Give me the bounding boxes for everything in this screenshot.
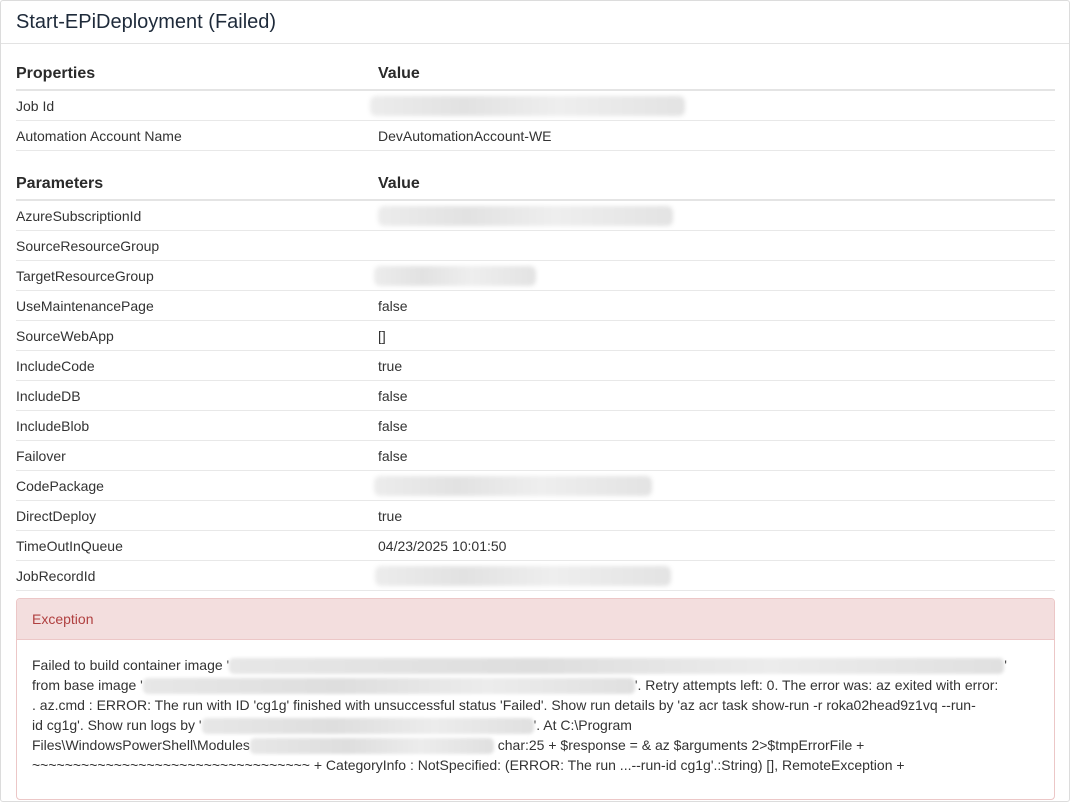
redacted-text <box>201 718 534 735</box>
table-row: SourceWebApp [] <box>16 321 1055 351</box>
parameter-name: SourceWebApp <box>16 327 114 344</box>
redacted-value <box>375 565 671 586</box>
exception-text: from base image ' <box>32 677 143 693</box>
parameter-value <box>374 475 1055 496</box>
parameter-value <box>375 565 1055 586</box>
parameters-value-header-label: Value <box>378 175 420 192</box>
parameter-name: DirectDeploy <box>16 507 97 524</box>
parameters-header-label: Parameters <box>16 175 104 192</box>
table-row: SourceResourceGroup <box>16 231 1055 261</box>
property-value: DevAutomationAccount-WE <box>378 127 552 144</box>
parameter-name: AzureSubscriptionId <box>16 207 142 224</box>
exception-text: '. At C:\Program <box>533 717 632 733</box>
parameter-name: Failover <box>16 447 66 464</box>
table-row: Failover false <box>16 441 1055 471</box>
parameter-value: true <box>378 507 403 524</box>
job-details-panel: Start-EPiDeployment (Failed) Properties … <box>0 0 1070 802</box>
exception-text: id cg1g'. Show run logs by ' <box>32 717 202 733</box>
exception-text: ~~~~~~~~~~~~~~~~~~~~~~~~~~~~~~~~~~ + Cat… <box>32 757 905 773</box>
table-row: CodePackage <box>16 471 1055 501</box>
parameter-name: IncludeCode <box>16 357 95 374</box>
redacted-text <box>249 738 494 755</box>
table-row: Automation Account Name DevAutomationAcc… <box>16 121 1055 151</box>
parameter-value: false <box>378 417 408 434</box>
parameters-table-header: Parameters Value <box>16 151 1055 201</box>
parameter-name: TargetResourceGroup <box>16 267 154 284</box>
parameter-name: SourceResourceGroup <box>16 237 160 254</box>
table-row: JobRecordId <box>16 561 1055 591</box>
exception-text: '. Retry attempts left: 0. The error was… <box>634 677 999 693</box>
redacted-text <box>142 678 635 695</box>
redacted-text <box>229 658 1005 675</box>
properties-table: Properties Value Job Id Automation Accou… <box>16 44 1055 151</box>
table-row: IncludeDB false <box>16 381 1055 411</box>
table-row: TimeOutInQueue 04/23/2025 10:01:50 <box>16 531 1055 561</box>
table-row: TargetResourceGroup <box>16 261 1055 291</box>
property-value <box>370 95 1055 116</box>
property-name: Automation Account Name <box>16 127 182 144</box>
parameter-name: CodePackage <box>16 477 104 494</box>
redacted-value <box>378 205 673 226</box>
parameter-name: TimeOutInQueue <box>16 537 123 554</box>
parameter-value: [] <box>378 327 386 344</box>
exception-text: ' <box>1004 657 1007 673</box>
table-row: UseMaintenancePage false <box>16 291 1055 321</box>
table-row: IncludeCode true <box>16 351 1055 381</box>
exception-message: Failed to build container image ' ' from … <box>17 640 1054 775</box>
parameter-name: UseMaintenancePage <box>16 297 154 314</box>
parameter-value <box>374 265 1055 286</box>
property-name: Job Id <box>16 97 55 114</box>
redacted-value <box>374 475 652 496</box>
parameter-value: true <box>378 357 403 374</box>
exception-title: Exception <box>17 599 1054 640</box>
redacted-value <box>370 95 685 116</box>
parameter-value <box>378 205 1055 226</box>
table-row: IncludeBlob false <box>16 411 1055 441</box>
exception-text: Failed to build container image ' <box>32 657 230 673</box>
parameter-name: JobRecordId <box>16 567 96 584</box>
properties-table-header: Properties Value <box>16 44 1055 91</box>
exception-text: Files\WindowsPowerShell\Modules <box>32 737 250 753</box>
page-title: Start-EPiDeployment (Failed) <box>1 1 1069 44</box>
parameter-value: false <box>378 387 408 404</box>
parameter-value: 04/23/2025 10:01:50 <box>378 537 507 554</box>
parameter-name: IncludeBlob <box>16 417 90 434</box>
parameter-value: false <box>378 447 408 464</box>
parameter-value: false <box>378 297 408 314</box>
exception-panel: Exception Failed to build container imag… <box>16 598 1055 800</box>
properties-value-header-label: Value <box>378 65 420 82</box>
table-row: AzureSubscriptionId <box>16 201 1055 231</box>
exception-text: char:25 + $response = & az $arguments 2>… <box>493 737 865 753</box>
exception-text: . az.cmd : ERROR: The run with ID 'cg1g'… <box>32 697 976 713</box>
table-row: DirectDeploy true <box>16 501 1055 531</box>
table-row: Job Id <box>16 91 1055 121</box>
parameters-table: Parameters Value AzureSubscriptionId Sou… <box>16 151 1055 591</box>
properties-header-label: Properties <box>16 65 96 82</box>
redacted-value <box>374 265 536 286</box>
parameter-name: IncludeDB <box>16 387 81 404</box>
